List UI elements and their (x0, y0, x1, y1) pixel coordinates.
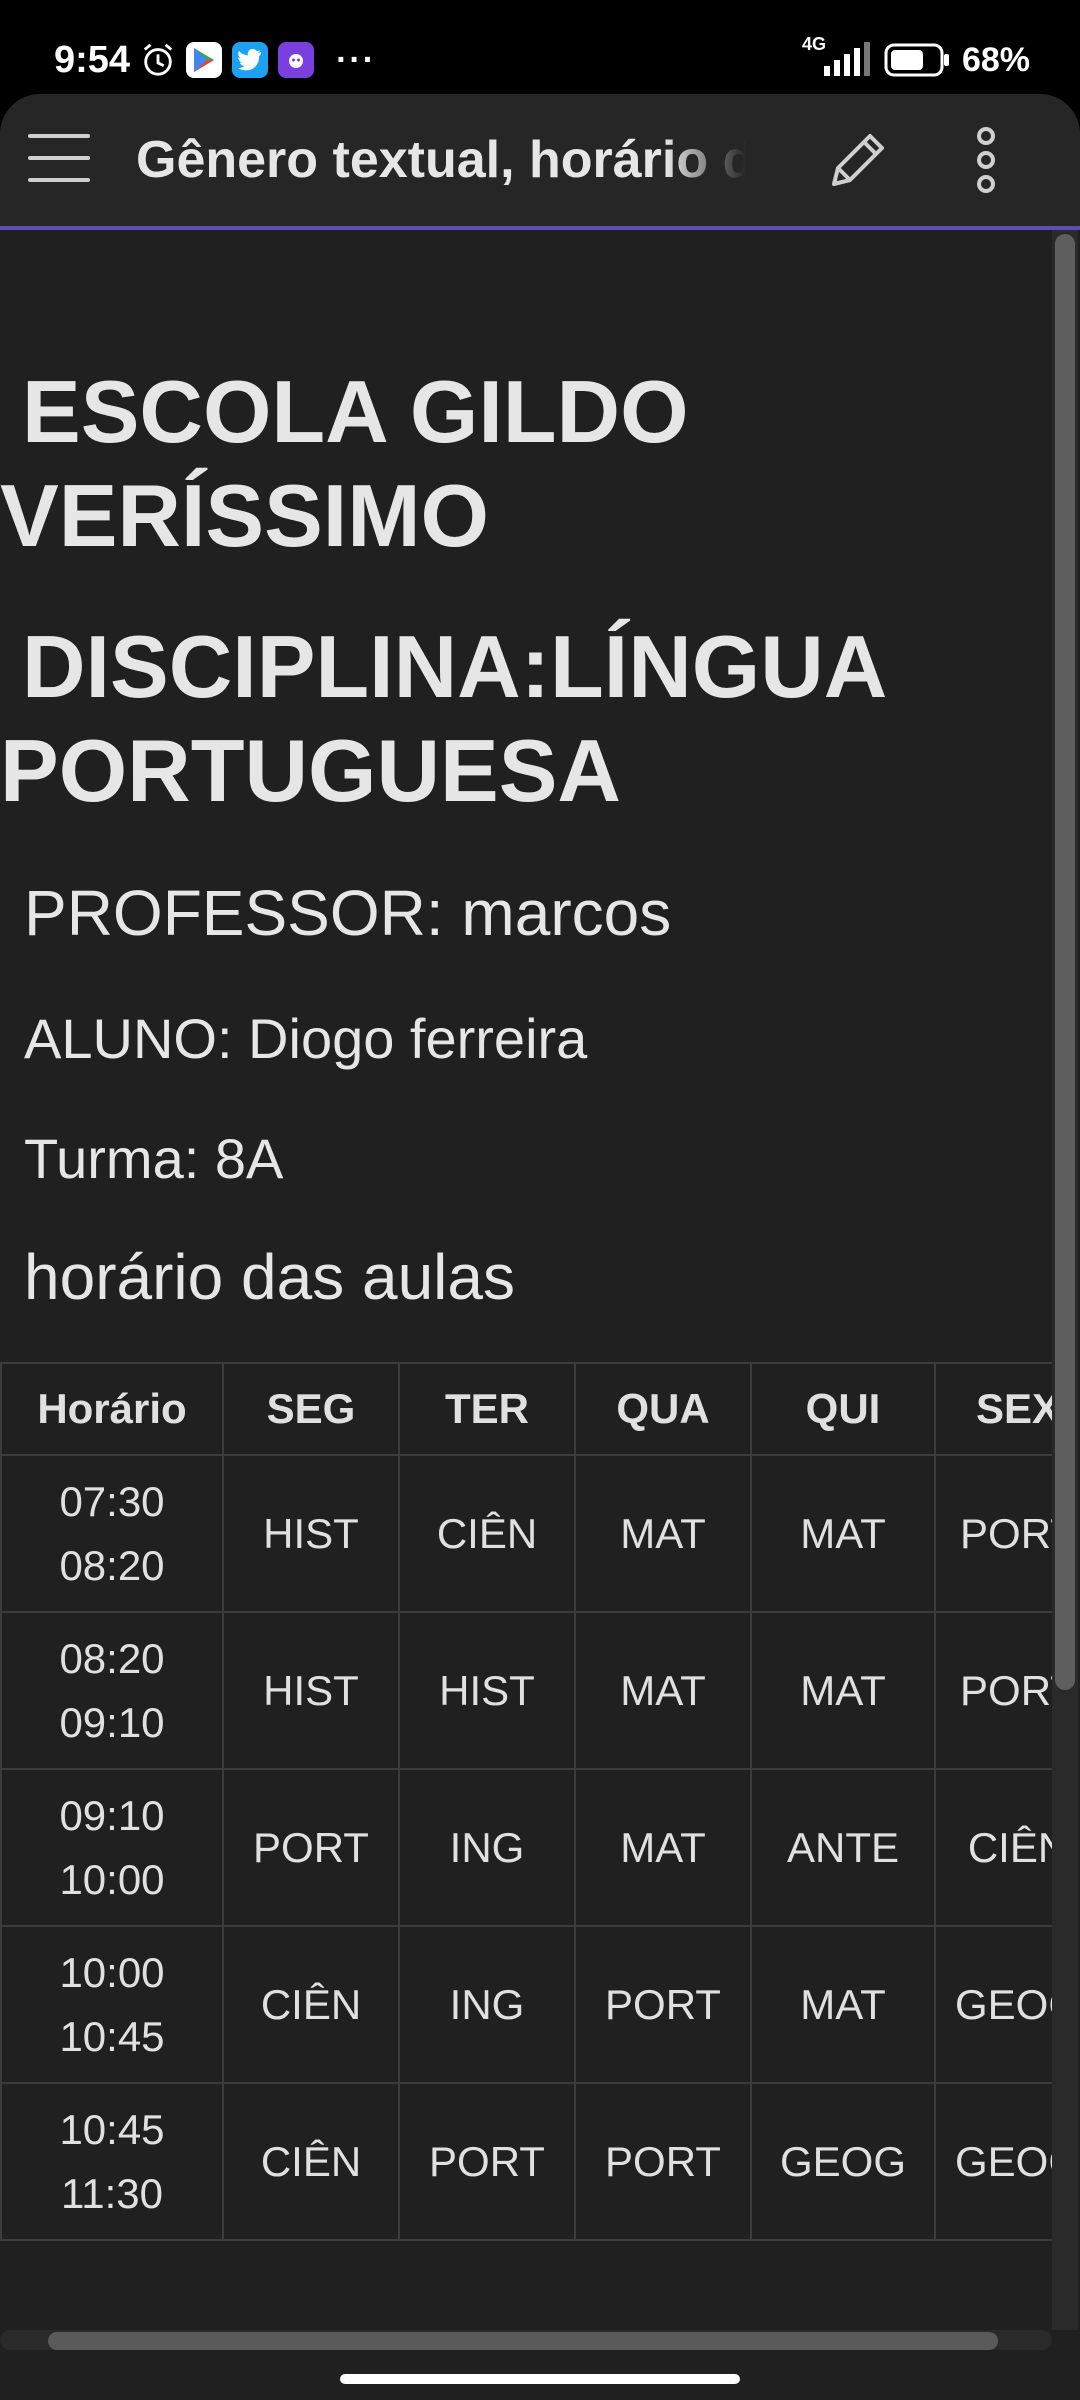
more-notifications-icon: ··· (336, 40, 377, 79)
more-vert-icon[interactable] (956, 124, 1016, 196)
time-start: 09:10 (59, 1791, 165, 1839)
table-cell: PORT (222, 1768, 400, 1927)
table-cell: PORT (574, 2082, 752, 2241)
app-bar: Gênero textual, horário das aulas (0, 94, 1080, 230)
table-cell: GEOG (750, 2082, 936, 2241)
note-app: Gênero textual, horário das aulas ESCOLA… (0, 94, 1080, 2400)
professor-line: PROFESSOR: marcos (24, 877, 672, 949)
table-cell: MAT (750, 1454, 936, 1613)
title-container[interactable]: Gênero textual, horário das aulas (136, 122, 746, 198)
table-cell: PORT (934, 1454, 1052, 1613)
table-row: 10:00 10:45 CIÊN ING PORT MAT GEOG (0, 1925, 1052, 2084)
status-bar: 9:54 ··· 4G 68% (0, 0, 1080, 96)
vertical-scrollbar-thumb[interactable] (1055, 234, 1075, 1690)
table-cell: HIST (222, 1454, 400, 1613)
school-heading: ESCOLA GILDO VERÍSSIMO (0, 362, 689, 565)
time-cell: 10:45 11:30 (0, 2082, 224, 2241)
schedule-table-container[interactable]: Horário SEG TER QUA QUI SEX 07:30 08:20 H… (0, 1362, 1052, 2241)
table-cell: MAT (574, 1768, 752, 1927)
table-header-row: Horário SEG TER QUA QUI SEX (0, 1362, 1052, 1456)
time-cell: 07:30 08:20 (0, 1454, 224, 1613)
note-content[interactable]: ESCOLA GILDO VERÍSSIMO DISCIPLINA:LÍNGUA… (0, 230, 1052, 2400)
note-title: Gênero textual, horário das aulas (136, 131, 746, 189)
battery-icon (884, 43, 950, 77)
class-line: Turma: 8A (24, 1127, 284, 1190)
twitter-icon (232, 42, 269, 78)
signal-icon: 4G (802, 34, 872, 80)
time-cell: 10:00 10:45 (0, 1925, 224, 2084)
student-line: ALUNO: Diogo ferreira (24, 1007, 588, 1070)
time-end: 10:45 (59, 2012, 165, 2060)
table-cell: HIST (398, 1611, 576, 1770)
battery-percent: 68% (961, 40, 1030, 79)
time-start: 08:20 (59, 1634, 165, 1682)
table-cell: ING (398, 1925, 576, 2084)
time-end: 08:20 (59, 1541, 165, 1589)
table-row: 08:20 09:10 HIST HIST MAT MAT PORT (0, 1611, 1052, 1770)
table-row: 10:45 11:30 CIÊN PORT PORT GEOG GEOG (0, 2082, 1052, 2241)
table-cell: PORT (398, 2082, 576, 2241)
alarm-icon (140, 42, 176, 78)
time-end: 10:00 (59, 1855, 165, 1903)
table-cell: MAT (574, 1611, 752, 1770)
time-end: 11:30 (61, 2169, 163, 2217)
subject-heading: DISCIPLINA:LÍNGUA PORTUGUESA (0, 617, 885, 820)
table-cell: GEOG (934, 1925, 1052, 2084)
time-end: 09:10 (59, 1698, 165, 1746)
header-mon: SEG (222, 1362, 400, 1456)
menu-icon[interactable] (28, 130, 92, 190)
app-icon (278, 42, 315, 78)
table-cell: ANTE (750, 1768, 936, 1927)
table-row: 09:10 10:00 PORT ING MAT ANTE CIÊN (0, 1768, 1052, 1927)
table-cell: CIÊN (398, 1454, 576, 1613)
time-start: 10:45 (59, 2105, 165, 2153)
table-cell: CIÊN (934, 1768, 1052, 1927)
header-time: Horário (0, 1362, 224, 1456)
horizontal-scrollbar-thumb[interactable] (48, 2332, 998, 2350)
pencil-icon[interactable] (822, 124, 894, 196)
table-cell: CIÊN (222, 1925, 400, 2084)
schedule-table: Horário SEG TER QUA QUI SEX 07:30 08:20 H… (0, 1362, 1052, 2241)
time-start: 10:00 (59, 1948, 165, 1996)
schedule-title: horário das aulas (24, 1241, 515, 1313)
header-thu: QUI (750, 1362, 936, 1456)
table-cell: PORT (934, 1611, 1052, 1770)
play-store-icon (186, 42, 223, 78)
table-cell: HIST (222, 1611, 400, 1770)
time-cell: 08:20 09:10 (0, 1611, 224, 1770)
header-wed: QUA (574, 1362, 752, 1456)
header-fri: SEX (934, 1362, 1052, 1456)
table-cell: MAT (750, 1925, 936, 2084)
table-cell: CIÊN (222, 2082, 400, 2241)
table-cell: MAT (750, 1611, 936, 1770)
table-row: 07:30 08:20 HIST CIÊN MAT MAT PORT (0, 1454, 1052, 1613)
header-tue: TER (398, 1362, 576, 1456)
table-cell: MAT (574, 1454, 752, 1613)
gesture-navigation-bar[interactable] (340, 2374, 740, 2384)
time-cell: 09:10 10:00 (0, 1768, 224, 1927)
time-start: 07:30 (59, 1477, 165, 1525)
table-cell: PORT (574, 1925, 752, 2084)
table-cell: ING (398, 1768, 576, 1927)
status-time: 9:54 (54, 38, 131, 81)
table-cell: GEOG (934, 2082, 1052, 2241)
